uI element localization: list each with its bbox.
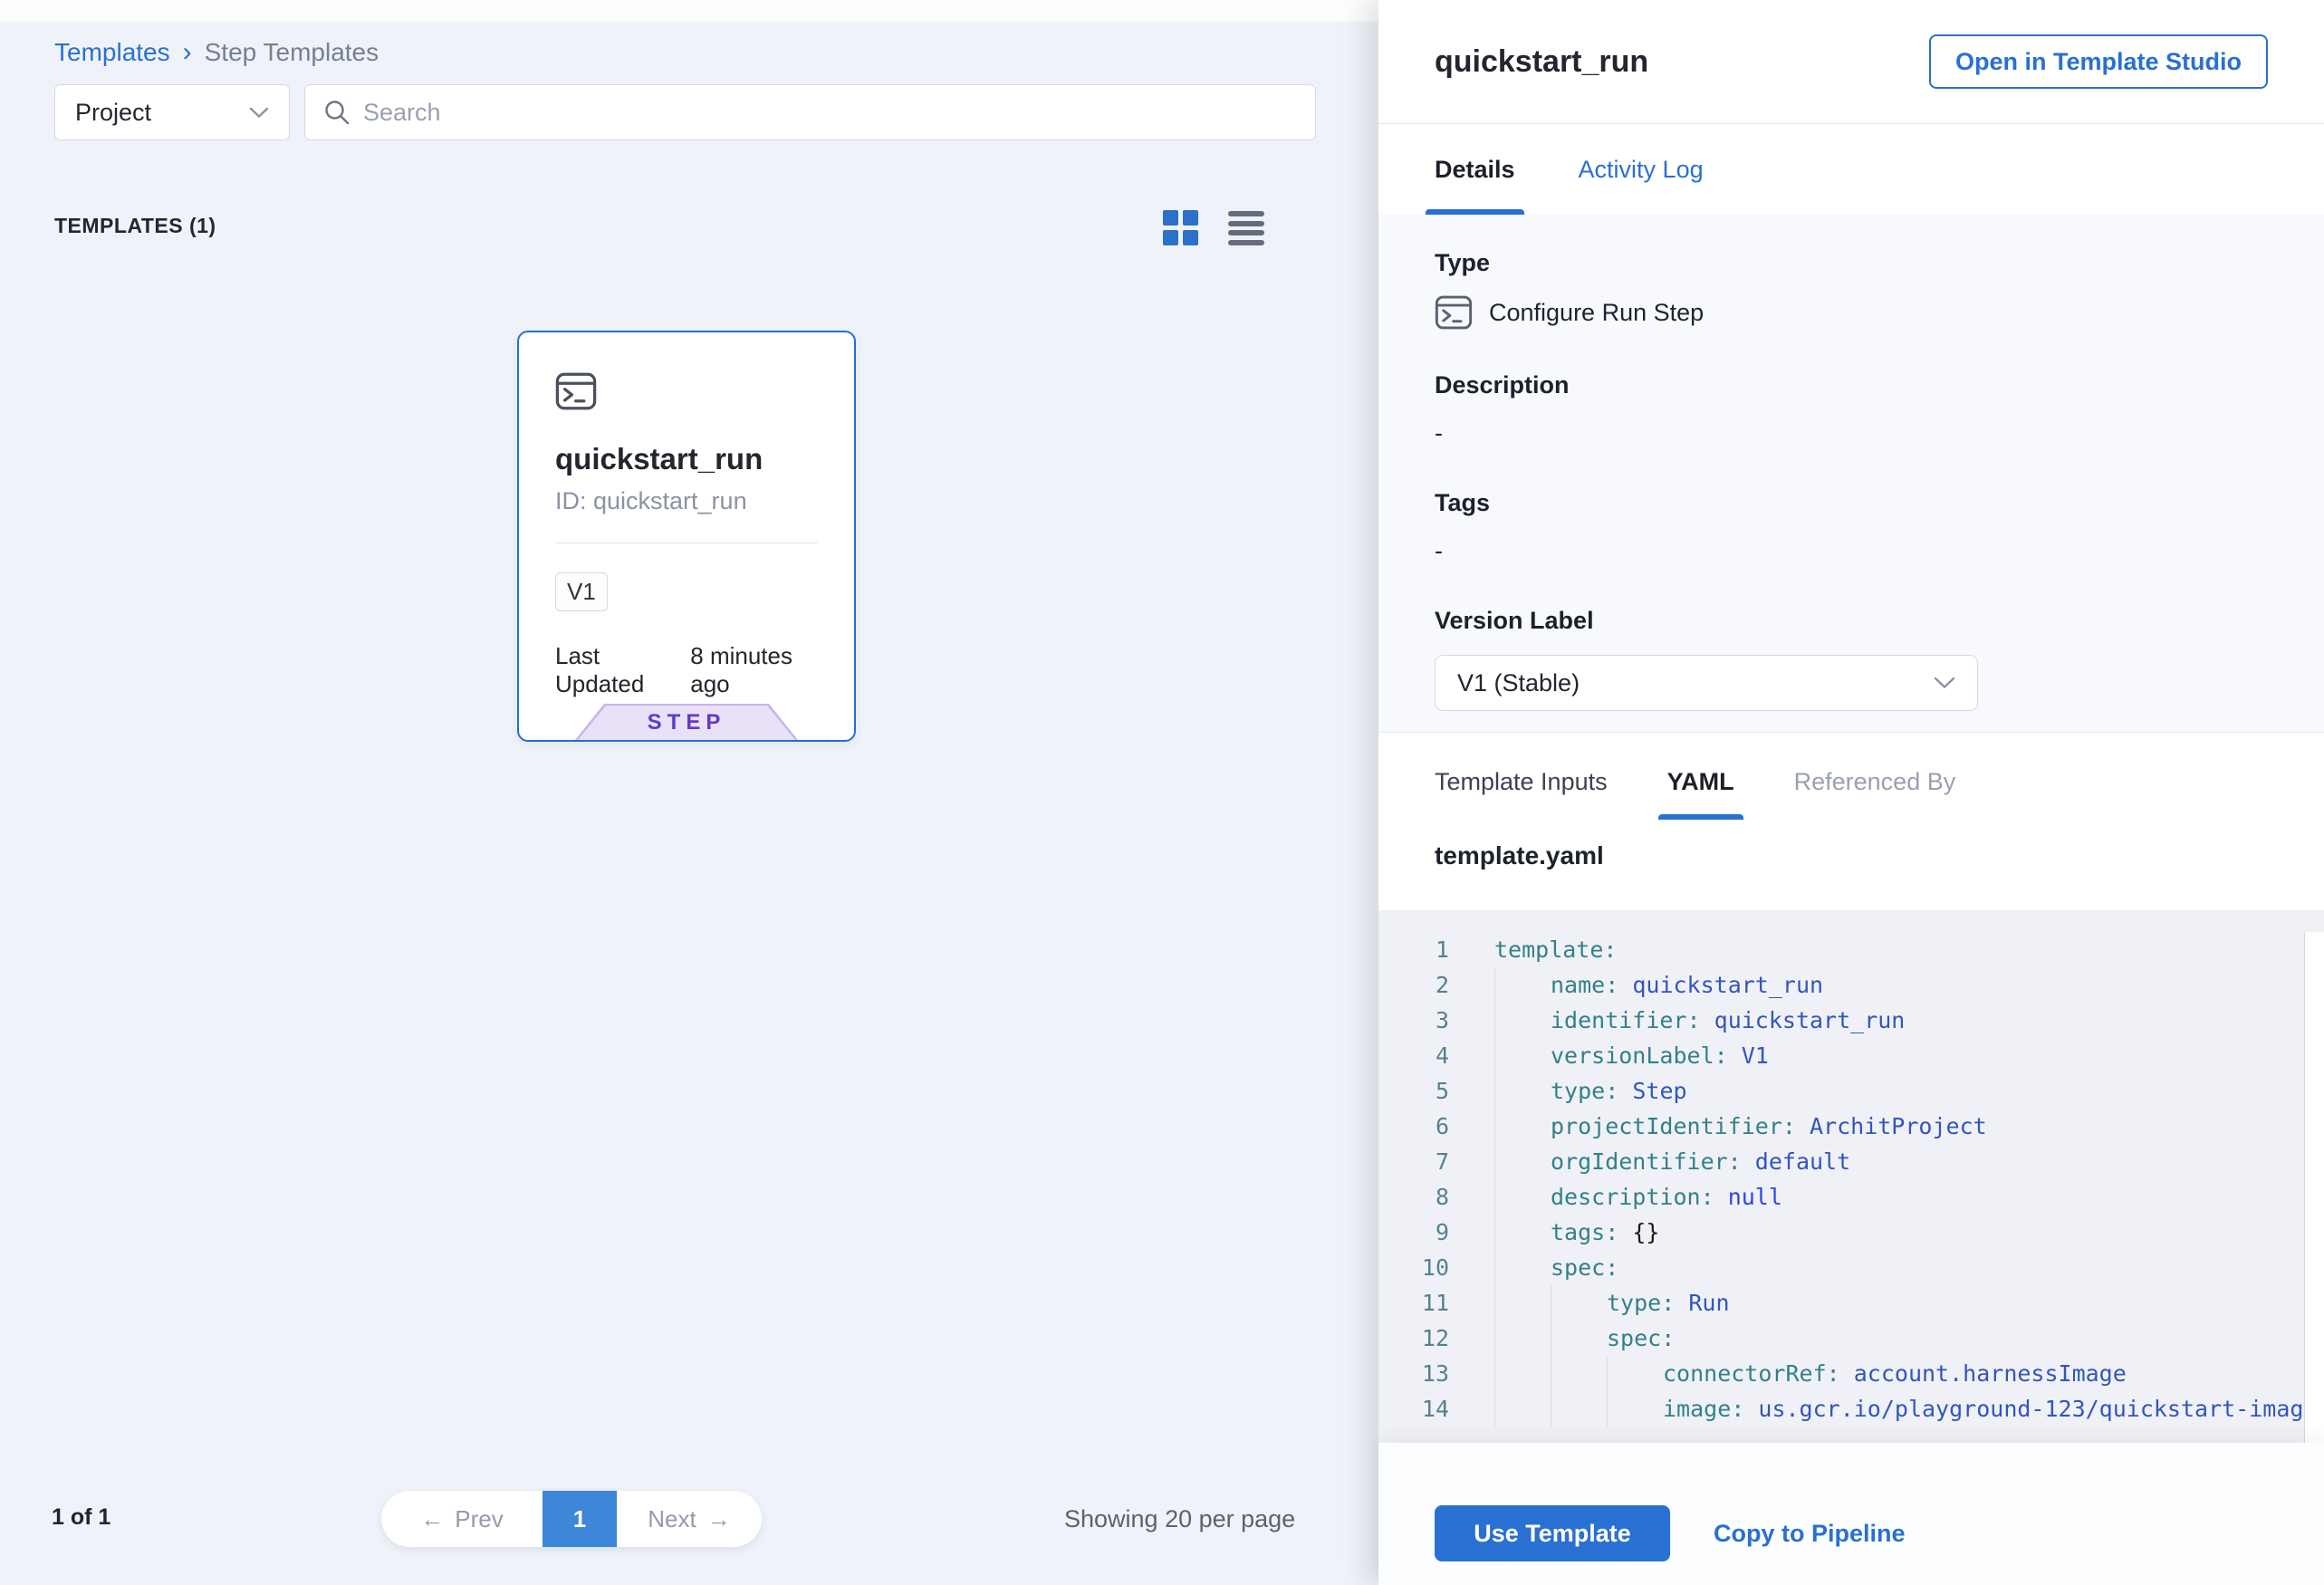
templates-count: TEMPLATES (1): [54, 214, 216, 238]
code-line: 11type: Run: [1378, 1285, 2324, 1321]
code-line: 3identifier: quickstart_run: [1378, 1003, 2324, 1038]
description-label: Description: [1435, 371, 2268, 399]
list-view-icon: [1228, 211, 1264, 245]
list-header-row: TEMPLATES (1): [54, 214, 1322, 238]
terminal-icon: [1435, 295, 1473, 330]
arrow-right-icon: →: [707, 1505, 731, 1533]
details-section: Type Configure Run Step Description - Ta…: [1378, 215, 2324, 732]
pagination: ← Prev 1 Next →: [381, 1491, 762, 1547]
drawer-tabbar: Details Activity Log: [1378, 124, 2324, 215]
filter-controls: Project: [54, 84, 1316, 140]
search-icon: [323, 99, 351, 126]
subtab-yaml[interactable]: YAML: [1658, 744, 1743, 820]
chevron-down-icon: [1934, 677, 1955, 689]
code-line: 7orgIdentifier: default: [1378, 1144, 2324, 1179]
tab-activity-log[interactable]: Activity Log: [1570, 124, 1713, 215]
tags-value: -: [1435, 537, 2268, 565]
version-badge: V1: [555, 572, 608, 611]
code-line: 8description: null: [1378, 1179, 2324, 1215]
step-type-badge: STEP: [575, 704, 798, 740]
type-label: Type: [1435, 249, 2268, 277]
last-updated-value: 8 minutes ago: [690, 642, 818, 698]
type-value: Configure Run Step: [1489, 299, 1704, 327]
list-view-button[interactable]: [1226, 208, 1266, 248]
code-line: 14image: us.gcr.io/playground-123/quicks…: [1378, 1391, 2324, 1426]
code-line: 9tags: {}: [1378, 1215, 2324, 1250]
description-value: -: [1435, 419, 2268, 447]
template-card[interactable]: quickstart_run ID: quickstart_run V1 Las…: [517, 331, 856, 742]
view-toggles: [1161, 208, 1266, 248]
code-line: 5type: Step: [1378, 1073, 2324, 1109]
code-line: 13connectorRef: account.harnessImage: [1378, 1356, 2324, 1391]
copy-to-pipeline-link[interactable]: Copy to Pipeline: [1714, 1505, 1906, 1561]
code-line: 10spec:: [1378, 1250, 2324, 1285]
version-select[interactable]: V1 (Stable): [1435, 655, 1978, 711]
code-line: 12spec:: [1378, 1321, 2324, 1356]
drawer-header: quickstart_run Open in Template Studio: [1378, 0, 2324, 124]
code-line: 6projectIdentifier: ArchitProject: [1378, 1109, 2324, 1144]
code-scrollbar[interactable]: [2304, 932, 2324, 1443]
breadcrumb-templates-link[interactable]: Templates: [54, 38, 170, 67]
terminal-icon: [555, 372, 597, 410]
tab-details[interactable]: Details: [1426, 124, 1524, 215]
grid-view-button[interactable]: [1161, 208, 1201, 248]
page-summary: 1 of 1: [52, 1504, 110, 1531]
open-template-studio-button[interactable]: Open in Template Studio: [1929, 34, 2268, 89]
version-select-value: V1 (Stable): [1457, 669, 1580, 697]
code-line: 2name: quickstart_run: [1378, 967, 2324, 1003]
breadcrumb: Templates › Step Templates: [54, 38, 379, 67]
last-updated-row: Last Updated 8 minutes ago: [555, 642, 818, 698]
type-row: Configure Run Step: [1435, 295, 2268, 330]
card-title: quickstart_run: [555, 442, 818, 476]
chevron-right-icon: ›: [183, 40, 192, 65]
card-id: ID: quickstart_run: [555, 487, 818, 515]
code-line: 1template:: [1378, 932, 2324, 967]
search-box[interactable]: [304, 84, 1316, 140]
use-template-button[interactable]: Use Template: [1435, 1505, 1670, 1561]
yaml-tabbar: Template Inputs YAML Referenced By: [1378, 732, 2324, 820]
yaml-code: 1template:2name: quickstart_run3identifi…: [1378, 910, 2324, 1443]
grid-view-icon: [1163, 210, 1199, 246]
code-line: 4versionLabel: V1: [1378, 1038, 2324, 1073]
template-details-drawer: quickstart_run Open in Template Studio D…: [1378, 0, 2324, 1585]
top-strip: [0, 0, 1378, 22]
scope-select-value: Project: [75, 99, 151, 127]
next-page-button[interactable]: Next →: [617, 1491, 762, 1547]
templates-list-panel: Templates › Step Templates Project TEMPL…: [0, 0, 1378, 1585]
drawer-title: quickstart_run: [1435, 44, 1648, 80]
yaml-header-band: template.yaml: [1378, 820, 2324, 910]
version-label: Version Label: [1435, 607, 2268, 635]
yaml-code-lines: 1template:2name: quickstart_run3identifi…: [1378, 932, 2324, 1426]
page-1-button[interactable]: 1: [543, 1491, 617, 1547]
per-page-text: Showing 20 per page: [1064, 1505, 1295, 1533]
chevron-down-icon: [249, 107, 269, 119]
last-updated-label: Last Updated: [555, 642, 676, 698]
subtab-referenced-by[interactable]: Referenced By: [1785, 744, 1965, 820]
yaml-file-name: template.yaml: [1435, 841, 2268, 870]
subtab-template-inputs[interactable]: Template Inputs: [1426, 744, 1617, 820]
scope-select[interactable]: Project: [54, 84, 290, 140]
drawer-footer: Use Template Copy to Pipeline: [1378, 1443, 2324, 1585]
breadcrumb-current: Step Templates: [205, 38, 379, 67]
prev-page-button[interactable]: ← Prev: [381, 1491, 543, 1547]
arrow-left-icon: ←: [420, 1505, 444, 1533]
tags-label: Tags: [1435, 489, 2268, 517]
search-input[interactable]: [363, 99, 1297, 127]
